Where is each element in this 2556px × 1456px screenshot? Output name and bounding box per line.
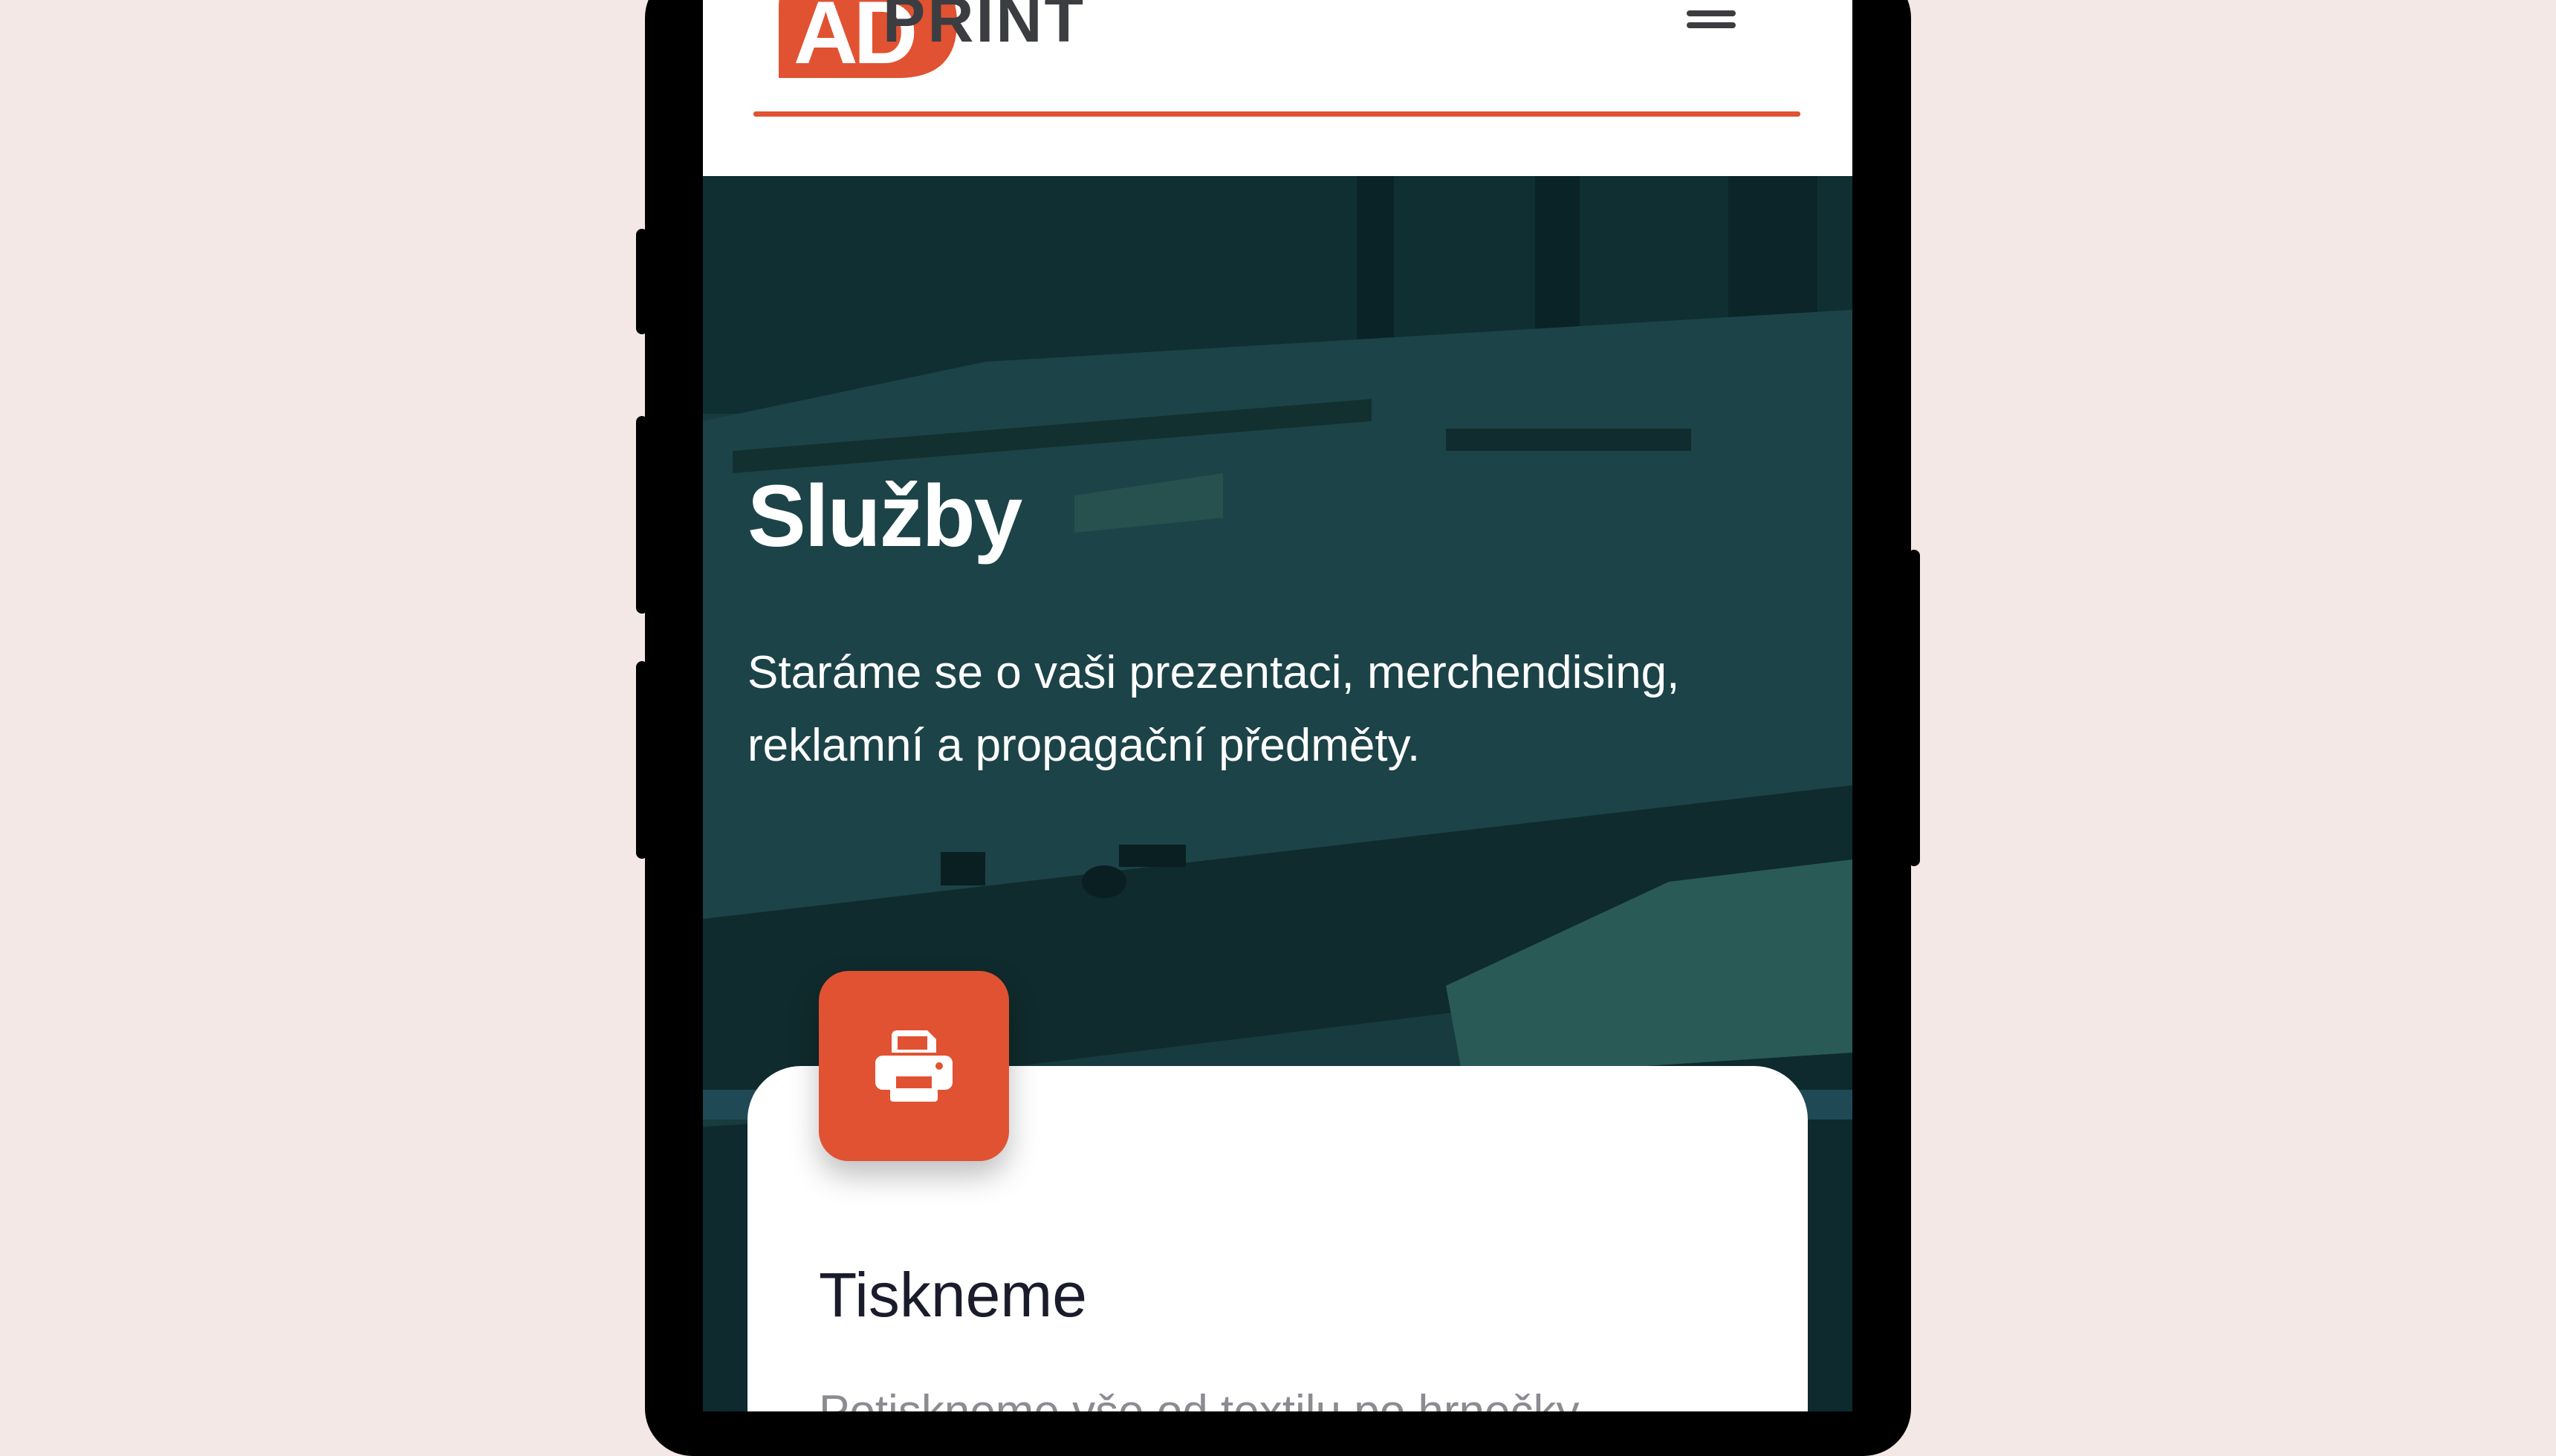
hamburger-menu-button[interactable] — [1685, 4, 1739, 34]
service-card-title: Tiskneme — [819, 1260, 1087, 1330]
header-divider — [753, 111, 1800, 117]
page-title: Služby — [747, 467, 1022, 565]
hero-description: Staráme se o vaši prezentaci, merchendis… — [747, 647, 1680, 771]
phone-screen: AD PRINT Služby Staráme se o vaši prezen… — [703, 0, 1852, 1411]
hamburger-menu-icon — [1687, 10, 1736, 16]
hamburger-menu-icon-line — [1687, 22, 1736, 28]
site-header: AD PRINT — [703, 0, 1852, 176]
printer-icon — [875, 1030, 953, 1102]
service-card-icon-badge — [819, 971, 1009, 1161]
logo-wordmark: PRINT — [883, 0, 1086, 56]
service-card-text: Potiskneme vše od textilu po hrnečky — [819, 1385, 1785, 1411]
